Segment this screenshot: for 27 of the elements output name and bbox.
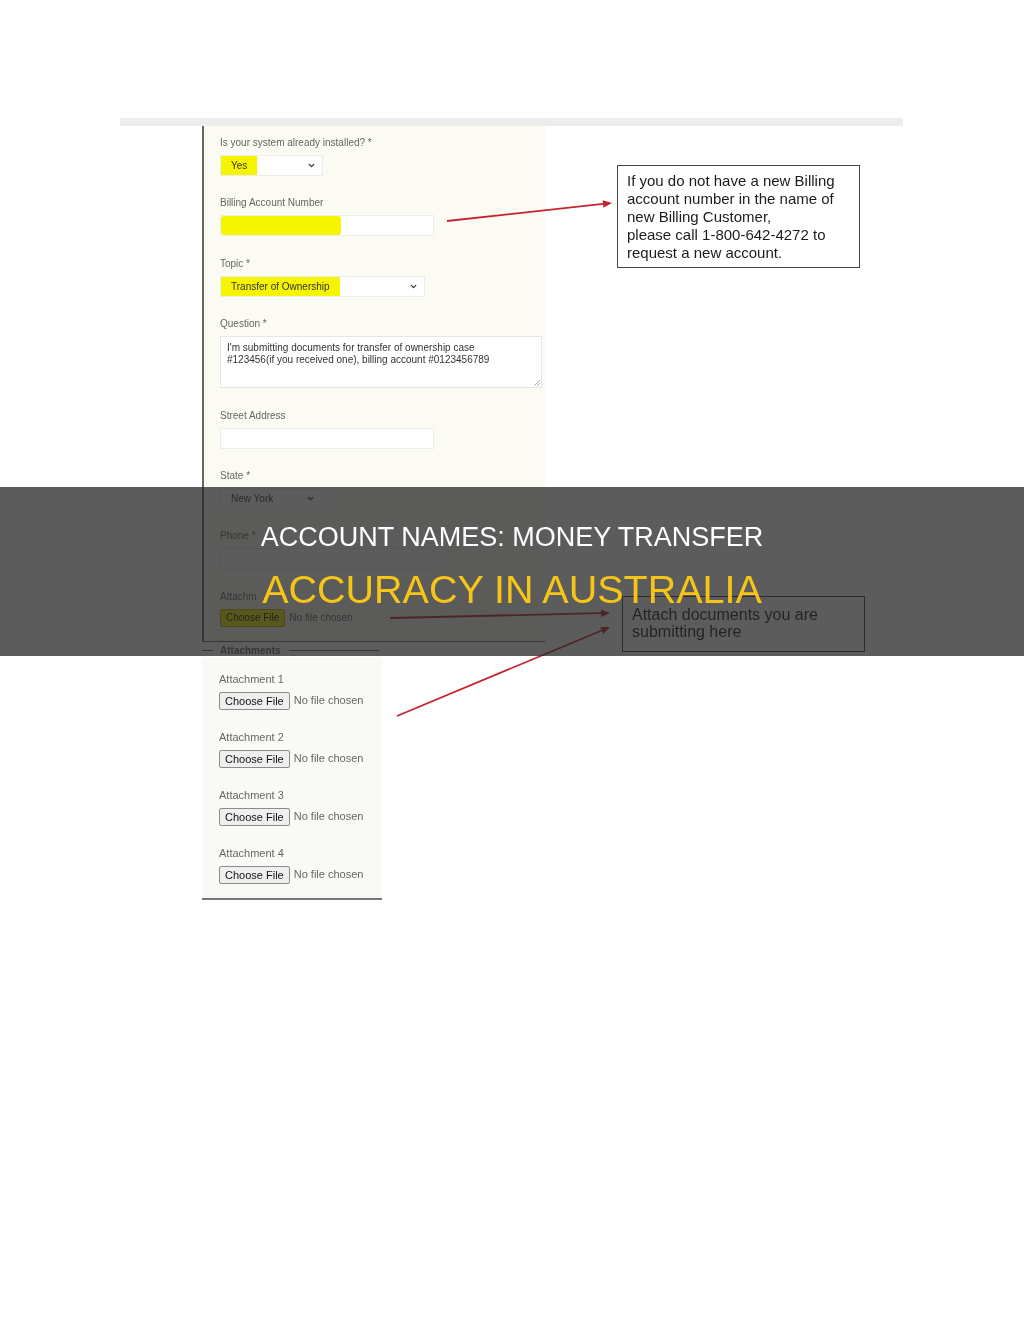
resize-grip-icon[interactable]	[534, 380, 540, 387]
attachment-label: Attachment 4	[219, 846, 284, 859]
banner-title: ACCOUNT NAMES: MONEY TRANSFER	[260, 527, 764, 547]
attachment-label: Attachment 3	[219, 788, 284, 801]
field-label: State *	[220, 469, 251, 482]
field-label: Street Address	[220, 409, 286, 422]
dropdown-select[interactable]: Yes	[220, 155, 323, 176]
file-status-text: No file chosen	[293, 867, 364, 883]
choose-file-button[interactable]: Choose File	[219, 749, 290, 768]
text-input[interactable]	[220, 215, 434, 237]
file-status-text: No file chosen	[293, 693, 364, 709]
file-status-text: No file chosen	[293, 809, 364, 825]
file-status-text: No file chosen	[293, 751, 364, 767]
attachment-label: Attachment 1	[219, 672, 284, 685]
choose-file-button[interactable]: Choose File	[219, 691, 290, 710]
text-area[interactable]: I'm submitting documents for transfer of ownership case #123456(if you received one), billing account #0123456789	[220, 336, 542, 389]
chevron-down-icon	[307, 161, 316, 170]
choose-file-button[interactable]: Choose File	[219, 807, 290, 826]
banner-title: ACCURACY IN AUSTRALIA	[262, 574, 762, 604]
callout-note: If you do not have a new Billing account number in the name of new Billing Customer, please call 1-800-642-4272 to request a new account.	[617, 165, 860, 268]
attachment-label: Attachment 2	[219, 730, 284, 743]
choose-file-button[interactable]: Choose File	[219, 865, 290, 884]
field-label: Question *	[220, 318, 267, 331]
field-label: Billing Account Number	[220, 197, 324, 210]
field-label: Topic *	[220, 257, 250, 270]
field-label: Is your system already installed? *	[220, 137, 372, 149]
dropdown-select[interactable]: Transfer of Ownership	[220, 275, 425, 297]
